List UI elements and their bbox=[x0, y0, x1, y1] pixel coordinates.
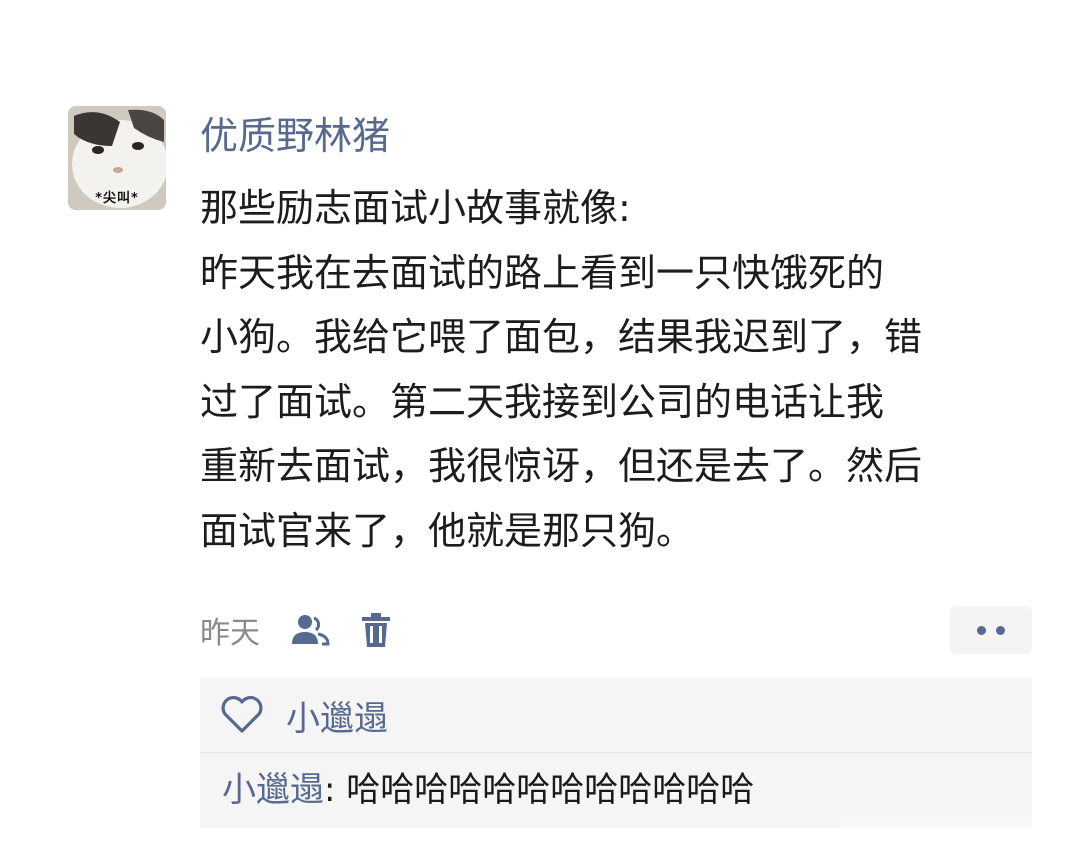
more-button[interactable] bbox=[950, 606, 1032, 654]
comment-text: 哈哈哈哈哈哈哈哈哈哈哈哈 bbox=[346, 770, 755, 810]
comment-section: 小邋遢 小邋遢: 哈哈哈哈哈哈哈哈哈哈哈哈 bbox=[200, 678, 1032, 828]
post-body-line: 昨天我在去面试的路上看到一只快饿死的 bbox=[200, 250, 885, 295]
post-username[interactable]: 优质野林猪 bbox=[200, 112, 390, 160]
avatar[interactable]: *尖叫* bbox=[68, 106, 166, 210]
post-body-line: 面试官来了，他就是那只狗。 bbox=[200, 508, 695, 553]
friends-visibility-icon[interactable] bbox=[290, 610, 330, 650]
post-body-line: 重新去面试，我很惊讶，但还是去了。然后 bbox=[200, 444, 923, 488]
more-dots-icon bbox=[977, 625, 986, 635]
post-body-line: 过了面试。第二天我接到公司的电话让我 bbox=[200, 379, 885, 424]
comment-author[interactable]: 小邋遢 bbox=[222, 770, 324, 810]
avatar-caption: *尖叫* bbox=[95, 191, 139, 206]
post-meta-row: 昨天 bbox=[200, 604, 422, 656]
more-dots-icon bbox=[996, 625, 1005, 635]
post-body-line: 小狗。我给它喂了面包，结果我迟到了，错 bbox=[200, 315, 923, 359]
post-body-line: 那些励志面试小故事就像: bbox=[200, 186, 631, 230]
comment-separator: : bbox=[324, 770, 347, 810]
post-body: 那些励志面试小故事就像: 昨天我在去面试的路上看到一只快饿死的 小狗。我给它喂了… bbox=[200, 176, 1030, 563]
trash-icon[interactable] bbox=[356, 610, 396, 650]
comment-item[interactable]: 小邋遢: 哈哈哈哈哈哈哈哈哈哈哈哈 bbox=[222, 768, 754, 812]
like-user-name[interactable]: 小邋遢 bbox=[286, 691, 388, 740]
post-time: 昨天 bbox=[200, 616, 260, 651]
likes-row: 小邋遢 bbox=[200, 678, 1032, 753]
heart-outline-icon bbox=[220, 696, 264, 734]
bottom-fade bbox=[840, 808, 1060, 866]
